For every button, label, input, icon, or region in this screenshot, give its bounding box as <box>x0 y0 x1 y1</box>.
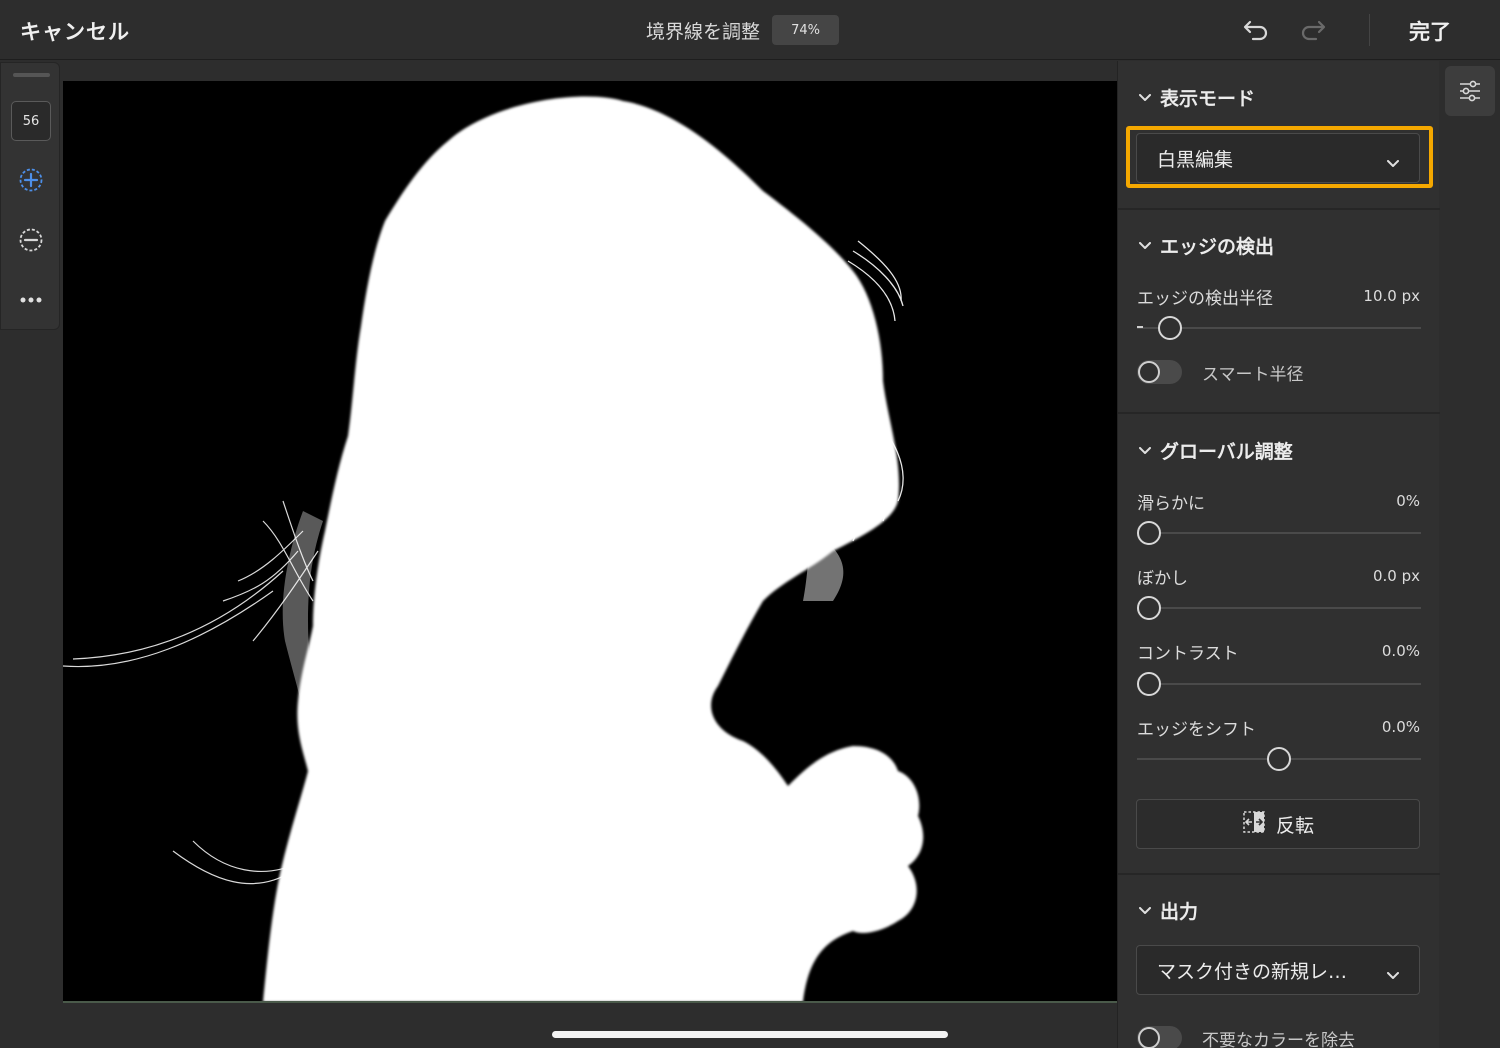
sliders-icon[interactable] <box>1445 66 1495 116</box>
slider-thumb[interactable] <box>1137 521 1161 545</box>
smooth-slider[interactable] <box>1137 520 1421 546</box>
home-indicator[interactable] <box>552 1031 948 1038</box>
section-edge-detection-header[interactable]: エッジの検出 <box>1138 232 1274 259</box>
section-view-mode-header[interactable]: 表示モード <box>1138 84 1255 111</box>
divider <box>1369 14 1370 46</box>
title-group: 境界線を調整 74% <box>646 15 840 45</box>
contrast-slider[interactable] <box>1137 671 1421 697</box>
top-bar: キャンセル 境界線を調整 74% 完了 <box>0 0 1500 60</box>
slider-thumb[interactable] <box>1137 672 1161 696</box>
chevron-down-icon <box>1138 904 1152 918</box>
edge-radius-value: 10.0 px <box>1363 287 1420 305</box>
toggle-knob <box>1138 361 1160 383</box>
output-dropdown[interactable]: マスク付きの新規レ… <box>1136 945 1420 995</box>
contrast-label: コントラスト <box>1137 644 1239 664</box>
decontaminate-label: 不要なカラーを除去 <box>1202 1031 1355 1048</box>
invert-button[interactable]: 反転 <box>1136 799 1420 849</box>
shift-edge-label: エッジをシフト <box>1137 720 1256 740</box>
minus-icon <box>1137 326 1143 328</box>
more-icon[interactable] <box>17 286 45 314</box>
section-title: エッジの検出 <box>1160 236 1275 258</box>
mask-silhouette-image <box>63 96 924 1002</box>
undo-icon[interactable] <box>1242 16 1270 44</box>
toggle-knob <box>1138 1027 1160 1048</box>
done-button[interactable]: 完了 <box>1409 16 1451 46</box>
zoom-level[interactable]: 74% <box>772 15 840 45</box>
dropdown-value: 白黒編集 <box>1157 148 1234 171</box>
edge-radius-slider[interactable] <box>1137 315 1421 341</box>
feather-slider[interactable] <box>1137 595 1421 621</box>
dropdown-value: マスク付きの新規レ… <box>1157 960 1348 983</box>
feather-value: 0.0 px <box>1372 567 1420 585</box>
divider <box>1118 873 1440 875</box>
brush-size-button[interactable]: 56 <box>11 101 51 141</box>
smooth-label: 滑らかに <box>1137 494 1205 514</box>
circle-minus-icon[interactable] <box>17 226 45 254</box>
invert-icon <box>1242 810 1266 839</box>
slider-thumb[interactable] <box>1267 747 1291 771</box>
view-mode-dropdown[interactable]: 白黒編集 <box>1136 133 1420 183</box>
contrast-value: 0.0% <box>1381 642 1420 660</box>
mask-canvas[interactable] <box>63 81 1117 1002</box>
smooth-value: 0% <box>1396 492 1420 510</box>
redo-icon[interactable] <box>1299 16 1327 44</box>
chevron-down-icon <box>1387 963 1399 985</box>
slider-track <box>1137 683 1421 685</box>
slider-thumb[interactable] <box>1137 596 1161 620</box>
section-output-header[interactable]: 出力 <box>1138 897 1198 924</box>
canvas-edge <box>63 1001 1117 1003</box>
circle-plus-icon[interactable] <box>17 166 45 194</box>
section-title: 出力 <box>1160 901 1199 923</box>
slider-thumb[interactable] <box>1157 316 1182 340</box>
invert-label: 反転 <box>1275 814 1314 837</box>
properties-panel: 表示モード 白黒編集 エッジの検出 エッジの検出半径 10.0 px スマート半… <box>1117 61 1440 1048</box>
slider-track <box>1137 607 1421 609</box>
cancel-button[interactable]: キャンセル <box>20 16 130 46</box>
decontaminate-toggle[interactable] <box>1137 1026 1182 1048</box>
right-rail <box>1440 61 1500 1048</box>
smart-radius-label: スマート半径 <box>1202 365 1304 385</box>
slider-track <box>1137 532 1421 534</box>
shift-edge-slider[interactable] <box>1137 746 1421 772</box>
chevron-down-icon <box>1138 239 1152 253</box>
shift-edge-value: 0.0% <box>1381 718 1420 736</box>
tool-strip: 56 <box>0 62 60 330</box>
chevron-down-icon <box>1387 151 1399 173</box>
page-title: 境界線を調整 <box>646 20 761 43</box>
section-title: 表示モード <box>1160 88 1256 110</box>
chevron-down-icon <box>1138 444 1152 458</box>
section-title: グローバル調整 <box>1160 441 1293 463</box>
feather-label: ぼかし <box>1137 569 1188 589</box>
divider <box>1118 412 1440 414</box>
divider <box>1118 208 1440 210</box>
drag-handle[interactable] <box>13 73 50 77</box>
chevron-down-icon <box>1138 91 1152 105</box>
edge-radius-label: エッジの検出半径 <box>1137 289 1273 309</box>
section-global-header[interactable]: グローバル調整 <box>1138 437 1293 464</box>
smart-radius-toggle[interactable] <box>1137 360 1182 384</box>
